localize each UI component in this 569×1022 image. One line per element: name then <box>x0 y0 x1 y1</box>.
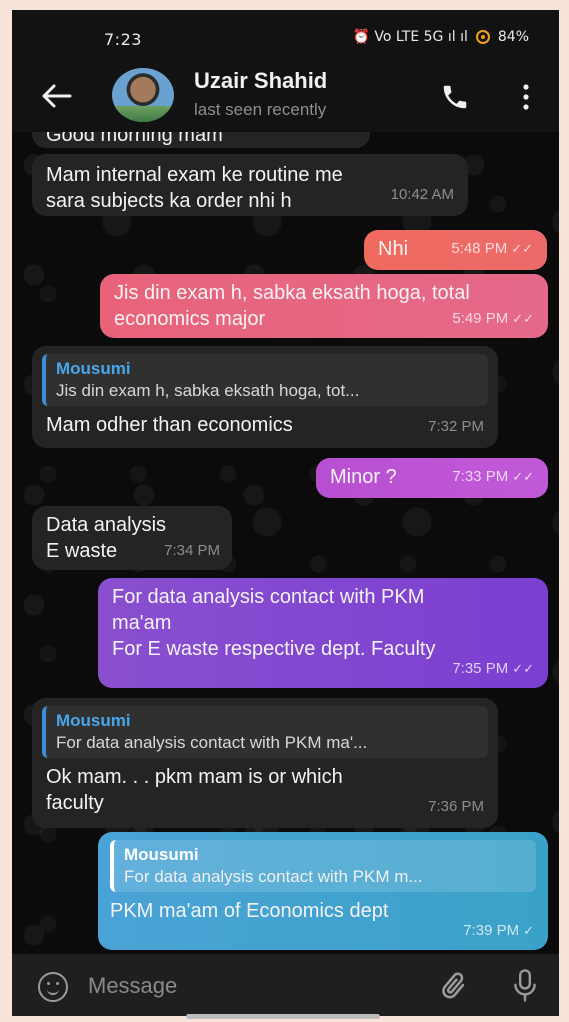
phone-screen: 7:23 ⏰ Vo LTE 5G ıl ıl 84% Uzair Shahid … <box>12 10 559 1016</box>
avatar[interactable] <box>112 68 174 122</box>
message-text: Mam odher than economics <box>46 414 293 436</box>
contact-status: last seen recently <box>194 100 327 119</box>
message-list[interactable]: Good morning mam 10:41 AM Mam internal e… <box>12 132 559 954</box>
message-incoming[interactable]: Good morning mam 10:41 AM <box>32 132 370 148</box>
quoted-text: For data analysis contact with PKM m... <box>124 867 423 886</box>
more-vert-icon[interactable] <box>518 82 534 112</box>
message-outgoing[interactable]: Jis din exam h, sabka eksath hoga, total… <box>100 274 548 338</box>
message-time: 10:42 AM <box>390 186 454 203</box>
message-outgoing[interactable]: Nhi 5:48 PM ✓✓ <box>364 230 547 270</box>
message-input[interactable] <box>88 966 418 1006</box>
quoted-message[interactable]: Mousumi For data analysis contact with P… <box>110 840 536 892</box>
quoted-text: Jis din exam h, sabka eksath hoga, tot..… <box>56 381 360 400</box>
message-incoming[interactable]: Mousumi For data analysis contact with P… <box>32 698 498 828</box>
message-text: PKM ma'am of Economics dept <box>110 900 389 922</box>
chat-header: Uzair Shahid last seen recently <box>12 56 559 132</box>
message-time: 7:36 PM <box>428 798 484 815</box>
message-outgoing[interactable]: For data analysis contact with PKM ma'am… <box>98 578 548 688</box>
phone-icon[interactable] <box>440 82 470 112</box>
message-incoming[interactable]: Mam internal exam ke routine me sara sub… <box>32 154 468 216</box>
message-outgoing[interactable]: Minor ? 7:33 PM ✓✓ <box>316 458 548 498</box>
message-text-line: faculty <box>46 792 104 814</box>
network-indicators: ⏰ Vo LTE 5G ıl ıl <box>352 29 468 45</box>
message-incoming[interactable]: Mousumi Jis din exam h, sabka eksath hog… <box>32 346 498 448</box>
read-ticks-icon: ✓✓ <box>512 661 534 676</box>
quoted-message[interactable]: Mousumi Jis din exam h, sabka eksath hog… <box>42 354 488 406</box>
message-time: 7:33 PM ✓✓ <box>452 468 534 485</box>
message-time: 10:41 AM <box>293 132 356 140</box>
quoted-sender: Mousumi <box>56 711 131 730</box>
quoted-sender: Mousumi <box>124 845 199 864</box>
home-indicator[interactable] <box>186 1014 380 1019</box>
message-incoming[interactable]: Data analysis E waste 7:34 PM <box>32 506 232 570</box>
message-composer <box>12 954 559 1016</box>
quoted-sender: Mousumi <box>56 359 131 378</box>
message-text-line: ma'am <box>112 612 172 634</box>
message-time: 5:49 PM ✓✓ <box>452 310 534 327</box>
quoted-message[interactable]: Mousumi For data analysis contact with P… <box>42 706 488 758</box>
status-bar: 7:23 ⏰ Vo LTE 5G ıl ıl 84% <box>12 10 559 56</box>
message-text: Minor ? <box>330 466 397 488</box>
message-time: 5:48 PM ✓✓ <box>451 240 533 257</box>
contact-name[interactable]: Uzair Shahid <box>194 68 327 94</box>
message-text-line: Data analysis <box>46 514 167 536</box>
read-ticks-icon: ✓✓ <box>512 469 534 484</box>
attach-icon[interactable] <box>436 970 470 1004</box>
message-time: 7:32 PM <box>428 418 484 435</box>
back-arrow-icon[interactable] <box>40 82 74 110</box>
emoji-icon[interactable] <box>38 972 68 1002</box>
quoted-text: For data analysis contact with PKM ma'..… <box>56 733 368 752</box>
read-ticks-icon: ✓✓ <box>512 311 534 326</box>
message-text-line: Ok mam. . . pkm mam is or which <box>46 766 343 788</box>
message-time: 7:35 PM ✓✓ <box>452 660 534 677</box>
message-time: 7:39 PM ✓ <box>463 922 534 939</box>
message-text: Good morning mam <box>46 132 223 146</box>
status-time: 7:23 <box>104 30 142 49</box>
message-text: Nhi <box>378 238 409 260</box>
status-icons: ⏰ Vo LTE 5G ıl ıl 84% <box>353 29 529 45</box>
message-text: Mam internal exam ke routine me sara sub… <box>46 164 343 212</box>
message-outgoing[interactable]: Mousumi For data analysis contact with P… <box>98 832 548 950</box>
message-text-line: For data analysis contact with PKM <box>112 586 425 608</box>
mic-icon[interactable] <box>510 968 540 1004</box>
battery-level: 84% <box>497 29 529 45</box>
read-ticks-icon: ✓✓ <box>511 241 533 256</box>
battery-icon <box>475 30 490 44</box>
sent-tick-icon: ✓ <box>523 923 534 938</box>
message-time: 7:34 PM <box>164 542 220 559</box>
